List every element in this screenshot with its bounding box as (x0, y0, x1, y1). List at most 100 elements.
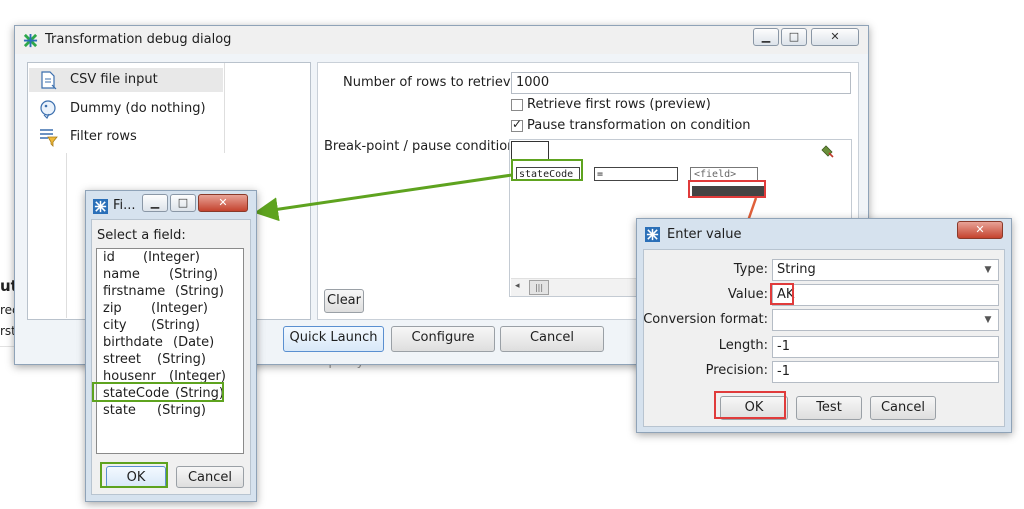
pause-on-condition-label: Pause transformation on condition (527, 118, 751, 133)
length-input[interactable]: -1 (772, 336, 999, 358)
field-type: (Date) (173, 335, 215, 350)
value-dialog-title: Enter value (667, 227, 742, 242)
pause-on-condition-checkbox[interactable] (511, 117, 523, 132)
scroll-left-arrow-icon[interactable]: ◂ (515, 281, 520, 291)
field-type: (String) (157, 352, 206, 367)
spoon-small-icon (93, 199, 108, 214)
field-list-item[interactable]: city (String) (103, 318, 200, 333)
chevron-down-icon: ▼ (984, 315, 992, 325)
type-label: Type: (733, 262, 768, 277)
field-dialog-close-button[interactable]: ✕ (198, 194, 248, 212)
type-select[interactable]: String ▼ (772, 259, 999, 281)
conversion-format-select[interactable]: ▼ (772, 309, 999, 331)
field-type: (Integer) (151, 301, 208, 316)
field-name: zip (103, 301, 122, 316)
close-icon: ✕ (830, 30, 840, 43)
retrieve-first-rows-checkbox[interactable] (511, 99, 523, 111)
step-row-dummy[interactable]: Dummy (do nothing) (28, 97, 224, 121)
step-row-filter-rows[interactable]: Filter rows (28, 125, 224, 149)
close-icon: ✕ (218, 196, 228, 209)
csv-file-icon (41, 71, 57, 90)
dummy-step-icon (40, 100, 56, 119)
enter-value-dialog: Enter value ✕ Type: String ▼ Value: AK C… (636, 218, 1012, 433)
close-button[interactable]: ✕ (811, 28, 859, 46)
field-list-item[interactable]: name (String) (103, 267, 218, 282)
add-condition-icon[interactable] (820, 144, 834, 158)
minimize-icon: ▁ (150, 196, 160, 209)
field-list-item[interactable]: street (String) (103, 352, 206, 367)
configure-button[interactable]: Configure (391, 326, 495, 352)
field-list-item[interactable]: zip (Integer) (103, 301, 208, 316)
field-name: firstname (103, 284, 166, 299)
rows-to-retrieve-input[interactable]: 1000 (511, 72, 851, 94)
field-type: (String) (169, 267, 218, 282)
precision-input[interactable]: -1 (772, 361, 999, 383)
value-ok-highlight (714, 391, 786, 419)
quick-launch-button[interactable]: Quick Launch (283, 326, 384, 352)
field-ok-highlight (100, 462, 168, 488)
field-name: street (103, 352, 142, 367)
main-dialog-title: Transformation debug dialog (45, 32, 232, 47)
breakpoint-condition-label: Break-point / pause condition (324, 139, 516, 154)
value-label: Value: (727, 287, 768, 302)
field-name: id (103, 250, 115, 265)
minimize-button[interactable]: ▁ (753, 28, 779, 46)
type-value: String (777, 262, 816, 277)
field-type: (String) (157, 403, 206, 418)
select-field-dialog: Fi... ▁ □ ✕ Select a field: id (Integer) … (85, 190, 257, 502)
field-dialog-body: Select a field: id (Integer) name (String)… (91, 219, 251, 495)
spoon-app-icon (23, 33, 38, 48)
minimize-icon: ▁ (761, 30, 771, 43)
condition-value-field[interactable]: <field> (690, 167, 758, 181)
filter-rows-icon (40, 129, 58, 147)
steps-list-column-divider (224, 63, 225, 153)
value-dialog-body: Type: String ▼ Value: AK Conversion form… (643, 249, 1005, 427)
value-dialog-titlebar: Enter value ✕ (637, 219, 1011, 247)
close-icon: ✕ (975, 223, 985, 236)
selected-field-highlight (92, 382, 224, 402)
scroll-thumb[interactable]: ||| (529, 280, 549, 295)
field-type: (String) (151, 318, 200, 333)
step-row-csv-file-input[interactable]: CSV file input (28, 68, 224, 92)
field-list[interactable]: id (Integer) name (String) firstname (Strin… (96, 248, 244, 454)
field-dialog-maximize-button[interactable]: □ (170, 194, 196, 212)
field-dialog-cancel-button[interactable]: Cancel (176, 466, 244, 488)
field-list-item[interactable]: id (Integer) (103, 250, 200, 265)
test-button[interactable]: Test (796, 396, 862, 420)
field-name: birthdate (103, 335, 163, 350)
field-type: (String) (175, 284, 224, 299)
field-list-item[interactable]: state (String) (103, 403, 206, 418)
chevron-down-icon: ▼ (984, 265, 992, 275)
value-input[interactable]: AK (772, 284, 999, 306)
rows-to-retrieve-label: Number of rows to retrieve (343, 75, 519, 90)
condition-operator[interactable]: = (594, 167, 678, 181)
value-dialog-close-button[interactable]: ✕ (957, 221, 1003, 239)
field-dialog-title: Fi... (113, 198, 136, 213)
maximize-button[interactable]: □ (781, 28, 807, 46)
maximize-icon: □ (177, 196, 189, 209)
maximize-icon: □ (788, 30, 800, 43)
select-field-prompt: Select a field: (97, 228, 186, 243)
value-dialog-cancel-button[interactable]: Cancel (870, 396, 936, 420)
precision-label: Precision: (705, 363, 768, 378)
main-titlebar: Transformation debug dialog ▁ □ ✕ (15, 26, 868, 54)
field-name: name (103, 267, 140, 282)
field-list-item[interactable]: birthdate (Date) (103, 335, 214, 350)
condition-field-highlight (511, 159, 583, 181)
field-type: (Integer) (143, 250, 200, 265)
condition-root-box[interactable] (511, 141, 549, 161)
field-list-item[interactable]: firstname (String) (103, 284, 224, 299)
length-label: Length: (718, 338, 768, 353)
conversion-format-label: Conversion format: (643, 312, 768, 327)
cancel-button[interactable]: Cancel (500, 326, 604, 352)
step-label: Dummy (do nothing) (70, 101, 206, 116)
field-dialog-minimize-button[interactable]: ▁ (142, 194, 168, 212)
steps-list-left-divider (66, 153, 67, 318)
field-name: state (103, 403, 136, 418)
step-label: CSV file input (70, 72, 158, 87)
value-input-highlight (770, 283, 794, 305)
step-label: Filter rows (70, 129, 137, 144)
clear-button[interactable]: Clear (324, 289, 364, 313)
retrieve-first-rows-label: Retrieve first rows (preview) (527, 97, 711, 112)
field-dialog-titlebar: Fi... ▁ □ ✕ (86, 191, 256, 219)
